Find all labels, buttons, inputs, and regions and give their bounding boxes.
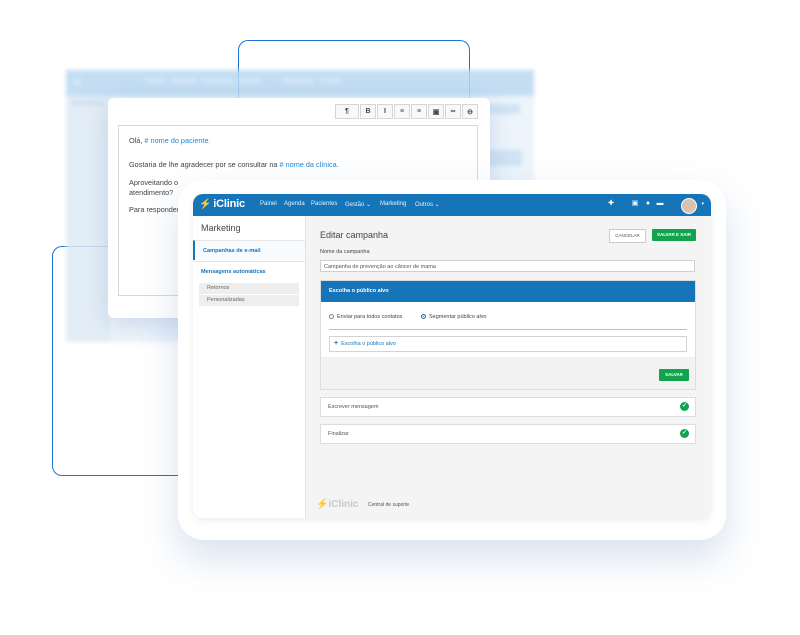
sidebar-item-mensagens[interactable]: Mensagens automáticas [193,261,305,281]
background-nav-item: Outros [320,78,342,85]
background-nav-item: Marketing [282,78,313,85]
cancel-button[interactable]: CANCELAR [609,229,646,243]
calendar-icon[interactable]: ▣ [631,200,639,208]
radio-segment-label: Segmentar público alvo [429,314,487,320]
nav-gestao[interactable]: Gestão ⌄ [345,201,371,208]
sidebar-subitem-retornos[interactable]: Retornos [199,283,299,294]
check-icon: ✓ [680,402,689,411]
step-finish-label: Finalizar [328,431,349,437]
bold-icon[interactable]: B [360,104,376,119]
footer-logo: ⚡iClinic [316,499,358,510]
divider [329,329,687,330]
nav-outros[interactable]: Outros ⌄ [415,201,440,208]
sidebar-title: Marketing [201,223,241,233]
thanks-text: Gostaria de lhe agradecer por se consult… [129,159,278,169]
background-nav-item: Pacientes [202,78,233,85]
unlink-icon[interactable]: ⊖ [462,104,478,119]
bolt-icon: ⚡ [316,499,329,510]
iclinic-logo[interactable]: ⚡ iClinic [199,198,245,210]
patient-name-tag: # nome do paciente. [144,136,211,145]
avatar[interactable] [681,198,697,214]
radio-segment[interactable]: Segmentar público alvo [421,314,486,320]
image-icon[interactable]: ▣ [428,104,444,119]
radio-checked-icon [421,314,426,320]
nav-painel[interactable]: Painel [260,201,277,207]
link-icon[interactable]: ∞ [445,104,461,119]
body-text-line: Para responder [129,205,180,215]
nav-marketing[interactable]: Marketing [380,201,406,207]
sidebar: Marketing Campanhas de e-mail Mensagens … [193,216,306,518]
save-button[interactable]: SALVAR [659,369,689,381]
audience-panel: Escolha o público alvo Enviar para todos… [320,280,696,390]
choose-audience-label: Escolha o público alvo [341,341,396,347]
align-center-icon[interactable]: ≡ [411,104,427,119]
check-icon: ✓ [680,429,689,438]
page-title: Editar campanha [320,230,389,240]
paragraph-format-icon[interactable]: ¶ [335,104,359,119]
step-finish[interactable]: Finalizar ✓ [320,424,696,444]
body-text-line: Aproveitando o [129,177,179,187]
radio-unchecked-icon [329,314,334,320]
background-topbar: iC Painel Agenda Pacientes Gestão Market… [66,70,534,96]
background-bar [486,150,522,166]
body-text-line: atendimento? [129,187,174,197]
campaign-name-input[interactable]: Campanha de prevenção ao câncer de mama [320,260,695,272]
clinic-name-tag: # nome da clínica. [279,159,339,169]
background-nav-item: Painel [146,78,166,85]
chevron-down-icon[interactable]: ▾ [701,201,704,207]
campaign-name-label: Nome da campanha [320,249,370,255]
background-logo: iC [74,78,82,87]
save-and-exit-button[interactable]: SALVAR E SAIR [652,229,696,241]
background-sidebar-title: Marketing [72,100,103,107]
audience-panel-body: Enviar para todos contatos Segmentar púb… [321,302,695,357]
audience-panel-header[interactable]: Escolha o público alvo [321,281,695,302]
greeting-text: Olá, [129,136,143,145]
choose-audience-button[interactable]: + Escolha o público alvo [329,336,687,352]
step-write-message-label: Escrever mensagem [328,404,379,410]
plus-icon: + [334,340,339,347]
footer-logo-text: iClinic [328,499,359,510]
top-navigation-bar: ⚡ iClinic Painel Agenda Pacientes Gestão … [193,194,711,216]
nav-agenda[interactable]: Agenda [284,201,305,207]
logo-text: iClinic [213,198,245,210]
editor-toolbar: ¶ B I ≡ ≡ ▣ ∞ ⊖ [335,104,478,119]
radio-send-all[interactable]: Enviar para todos contatos [329,314,402,320]
plus-circle-icon[interactable]: ✚ [607,200,615,208]
radio-send-all-label: Enviar para todos contatos [337,314,403,320]
background-sidebar: Marketing [66,96,110,342]
background-nav-item: Agenda [172,78,197,85]
italic-icon[interactable]: I [377,104,393,119]
background-nav-item: Gestão [238,78,261,85]
nav-pacientes[interactable]: Pacientes [311,201,337,207]
chat-icon[interactable]: ▬ [656,200,664,208]
drop-icon[interactable]: ● [644,200,652,208]
sidebar-item-campanhas[interactable]: Campanhas de e-mail [193,240,305,260]
align-left-icon[interactable]: ≡ [394,104,410,119]
sidebar-subitem-personalizadas[interactable]: Personalizadas [199,295,299,306]
main-content: Editar campanha CANCELAR SALVAR E SAIR N… [306,216,711,518]
step-write-message[interactable]: Escrever mensagem ✓ [320,397,696,417]
support-link[interactable]: Central de suporte [368,502,409,508]
iclinic-app-window: ⚡ iClinic Painel Agenda Pacientes Gestão … [193,194,711,518]
bolt-icon: ⚡ [199,199,212,210]
